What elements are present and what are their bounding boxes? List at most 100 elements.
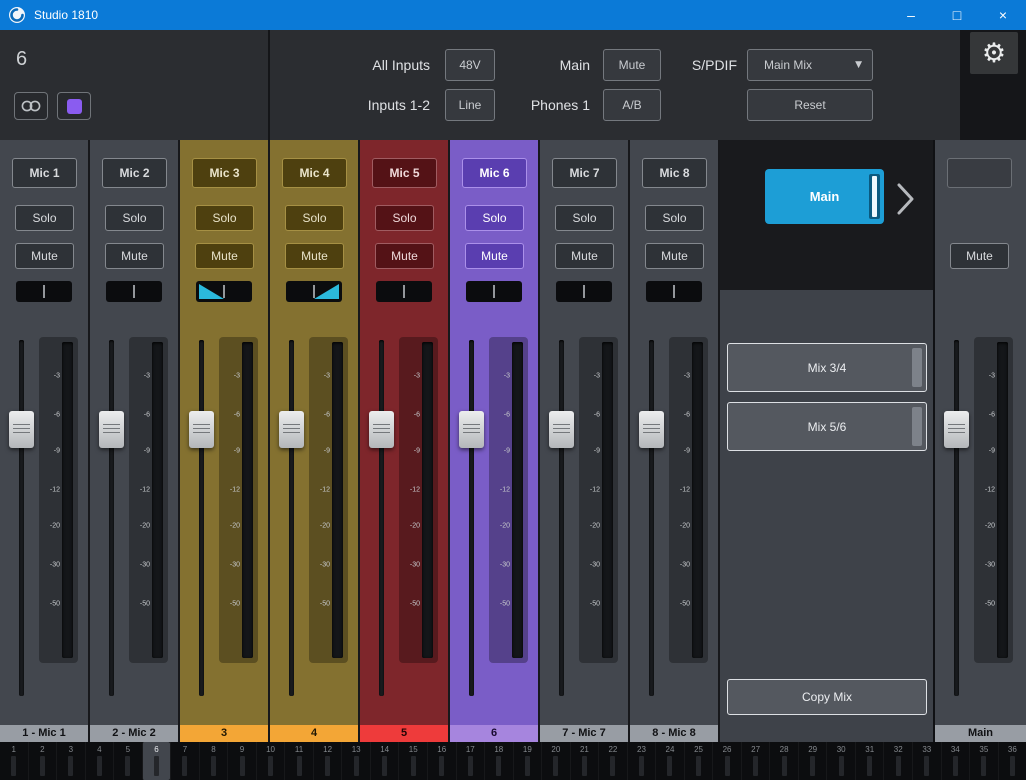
bridge-channel-11[interactable]: 11 <box>284 742 313 780</box>
mute-button[interactable]: Mute <box>645 243 704 269</box>
bridge-channel-15[interactable]: 15 <box>398 742 427 780</box>
mute-button[interactable]: Mute <box>375 243 434 269</box>
solo-button[interactable]: Solo <box>15 205 74 231</box>
channel-name-button[interactable]: Mic 2 <box>102 158 167 188</box>
fader-track[interactable] <box>19 340 24 696</box>
pan-control[interactable] <box>106 281 162 302</box>
fader-track[interactable] <box>559 340 564 696</box>
bridge-channel-29[interactable]: 29 <box>797 742 827 780</box>
solo-button[interactable]: Solo <box>645 205 704 231</box>
pan-control[interactable] <box>646 281 702 302</box>
bridge-channel-34[interactable]: 34 <box>940 742 970 780</box>
bridge-channel-5[interactable]: 5 <box>113 742 142 780</box>
bridge-channel-26[interactable]: 26 <box>712 742 741 780</box>
solo-button[interactable]: Solo <box>105 205 164 231</box>
fader-track[interactable] <box>379 340 384 696</box>
fader-handle[interactable] <box>9 411 34 448</box>
solo-button[interactable]: Solo <box>195 205 254 231</box>
mute-button[interactable]: Mute <box>195 243 254 269</box>
line-button[interactable]: Line <box>445 89 495 121</box>
fader-track[interactable] <box>199 340 204 696</box>
bridge-channel-22[interactable]: 22 <box>598 742 627 780</box>
fader-track[interactable] <box>649 340 654 696</box>
bridge-channel-27[interactable]: 27 <box>740 742 770 780</box>
fader-handle[interactable] <box>369 411 394 448</box>
solo-button[interactable]: Solo <box>465 205 524 231</box>
mute-button[interactable]: Mute <box>555 243 614 269</box>
bridge-channel-6[interactable]: 6 <box>141 742 171 780</box>
bridge-channel-8[interactable]: 8 <box>198 742 228 780</box>
bridge-channel-12[interactable]: 12 <box>312 742 342 780</box>
channel-name-button[interactable]: Mic 7 <box>552 158 617 188</box>
bridge-channel-24[interactable]: 24 <box>655 742 684 780</box>
channel-name-button[interactable]: Mic 3 <box>192 158 257 188</box>
mute-button[interactable]: Mute <box>15 243 74 269</box>
copy-mix-button[interactable]: Copy Mix <box>727 679 927 715</box>
phantom-48v-button[interactable]: 48V <box>445 49 495 81</box>
phones-ab-button[interactable]: A/B <box>603 89 661 121</box>
pan-control[interactable] <box>196 281 252 302</box>
reset-button[interactable]: Reset <box>747 89 873 121</box>
channel-name-button[interactable]: Mic 8 <box>642 158 707 188</box>
fader-handle[interactable] <box>99 411 124 448</box>
fader-handle[interactable] <box>639 411 664 448</box>
fader-handle[interactable] <box>189 411 214 448</box>
bridge-channel-1[interactable]: 1 <box>0 742 28 780</box>
spdif-source-dropdown[interactable]: Main Mix ▼ <box>747 49 873 81</box>
mute-button[interactable]: Mute <box>105 243 164 269</box>
fader-track[interactable] <box>289 340 294 696</box>
channel-name-button[interactable]: Mic 1 <box>12 158 77 188</box>
maximize-button[interactable]: □ <box>934 0 980 30</box>
bridge-channel-4[interactable]: 4 <box>84 742 114 780</box>
fader-handle[interactable] <box>944 411 969 448</box>
pan-control[interactable] <box>376 281 432 302</box>
mute-button[interactable]: Mute <box>950 243 1009 269</box>
fader-track[interactable] <box>109 340 114 696</box>
main-name-button[interactable] <box>947 158 1012 188</box>
bridge-channel-17[interactable]: 17 <box>455 742 485 780</box>
main-mix-button[interactable]: Main <box>765 169 884 224</box>
solo-button[interactable]: Solo <box>375 205 434 231</box>
bridge-channel-25[interactable]: 25 <box>683 742 713 780</box>
mix-3-4-button[interactable]: Mix 3/4 <box>727 343 927 392</box>
solo-button[interactable]: Solo <box>285 205 344 231</box>
bridge-channel-31[interactable]: 31 <box>854 742 884 780</box>
bridge-channel-23[interactable]: 23 <box>626 742 656 780</box>
fader-track[interactable] <box>954 340 959 696</box>
bridge-channel-30[interactable]: 30 <box>826 742 855 780</box>
fader-handle[interactable] <box>279 411 304 448</box>
channel-name-button[interactable]: Mic 6 <box>462 158 527 188</box>
pan-control[interactable] <box>556 281 612 302</box>
bridge-channel-32[interactable]: 32 <box>883 742 912 780</box>
stereo-link-button[interactable] <box>14 92 48 120</box>
pan-control[interactable] <box>16 281 72 302</box>
bridge-channel-3[interactable]: 3 <box>56 742 85 780</box>
pan-control[interactable] <box>286 281 342 302</box>
bridge-channel-35[interactable]: 35 <box>969 742 998 780</box>
bridge-channel-20[interactable]: 20 <box>541 742 570 780</box>
bridge-channel-36[interactable]: 36 <box>997 742 1026 780</box>
main-mute-button[interactable]: Mute <box>603 49 661 81</box>
fader-handle[interactable] <box>549 411 574 448</box>
mute-button[interactable]: Mute <box>465 243 524 269</box>
bridge-channel-13[interactable]: 13 <box>341 742 370 780</box>
solo-button[interactable]: Solo <box>555 205 614 231</box>
minimize-button[interactable]: – <box>888 0 934 30</box>
fader-handle[interactable] <box>459 411 484 448</box>
mute-button[interactable]: Mute <box>285 243 344 269</box>
bridge-channel-33[interactable]: 33 <box>912 742 941 780</box>
bridge-channel-10[interactable]: 10 <box>255 742 285 780</box>
bridge-channel-2[interactable]: 2 <box>27 742 57 780</box>
chevron-right-icon[interactable] <box>896 182 916 216</box>
bridge-channel-7[interactable]: 7 <box>170 742 199 780</box>
bridge-channel-18[interactable]: 18 <box>484 742 513 780</box>
bridge-channel-21[interactable]: 21 <box>569 742 599 780</box>
channel-name-button[interactable]: Mic 5 <box>372 158 437 188</box>
bridge-channel-14[interactable]: 14 <box>369 742 399 780</box>
settings-button[interactable]: ⚙ <box>970 32 1018 74</box>
channel-name-button[interactable]: Mic 4 <box>282 158 347 188</box>
close-button[interactable]: × <box>980 0 1026 30</box>
channel-color-button[interactable] <box>57 92 91 120</box>
bridge-channel-9[interactable]: 9 <box>227 742 256 780</box>
bridge-channel-28[interactable]: 28 <box>769 742 798 780</box>
